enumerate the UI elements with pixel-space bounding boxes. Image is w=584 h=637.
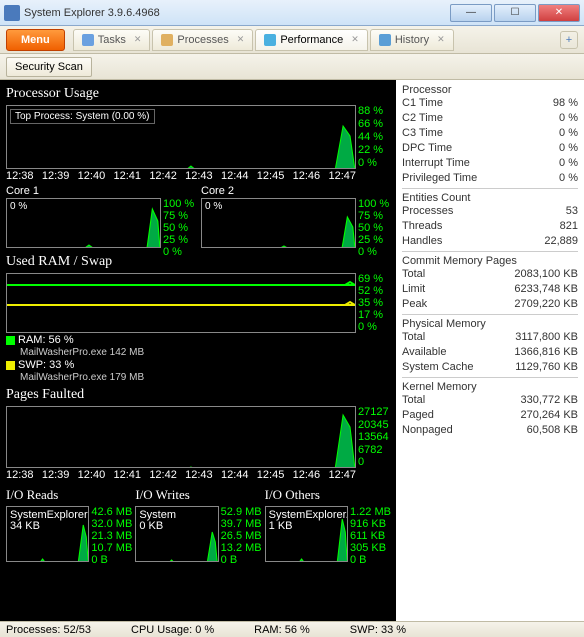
io-reads-title: I/O Reads	[6, 487, 131, 503]
close-tab-icon[interactable]: ✕	[237, 34, 245, 45]
io-reads-graph: SystemExplorer.34 KB	[6, 506, 89, 562]
window-buttons: — ☐ ✕	[450, 4, 580, 22]
stat-row: C3 Time0 %	[402, 126, 578, 141]
io-others-graph: SystemExplorer.1 KB	[265, 506, 348, 562]
pages-faulted-title: Pages Faulted	[6, 387, 390, 403]
processor-header: Processor	[402, 84, 578, 96]
window-title: System Explorer 3.9.6.4968	[24, 7, 450, 19]
ram-swap-graph	[6, 273, 356, 333]
entities-header: Entities Count	[402, 188, 578, 204]
security-scan-row: Security Scan	[0, 54, 584, 80]
io-writes-title: I/O Writes	[135, 487, 260, 503]
core2-value: 0 %	[205, 201, 222, 212]
stat-row: DPC Time0 %	[402, 141, 578, 156]
stat-row: Total3117,800 KB	[402, 330, 578, 345]
io-others-title: I/O Others	[265, 487, 390, 503]
core1-graph: 0 %	[6, 198, 161, 248]
tab-history[interactable]: History✕	[370, 29, 454, 51]
menu-button[interactable]: Menu	[6, 29, 65, 51]
processes-icon	[161, 34, 173, 46]
stat-row: Paged270,264 KB	[402, 408, 578, 423]
swp-color-icon	[6, 361, 15, 370]
pages-faulted-graph	[6, 406, 356, 468]
close-button[interactable]: ✕	[538, 4, 580, 22]
core1-title: Core 1	[6, 185, 195, 197]
ram-top-process: MailWasherPro.exe 142 MB	[20, 347, 390, 358]
maximize-button[interactable]: ☐	[494, 4, 536, 22]
swp-top-process: MailWasherPro.exe 179 MB	[20, 372, 390, 383]
io-writes-graph: System0 KB	[135, 506, 218, 562]
processor-usage-title: Processor Usage	[6, 86, 390, 102]
ram-color-icon	[6, 336, 15, 345]
core2-title: Core 2	[201, 185, 390, 197]
tab-processes[interactable]: Processes✕	[152, 29, 253, 51]
app-icon	[4, 5, 20, 21]
stat-row: System Cache1129,760 KB	[402, 360, 578, 375]
performance-panel: Processor Usage Top Process: System (0.0…	[0, 80, 396, 621]
tasks-icon	[82, 34, 94, 46]
stat-row: Total2083,100 KB	[402, 267, 578, 282]
stat-row: Threads821	[402, 219, 578, 234]
status-bar: Processes: 52/53 CPU Usage: 0 % RAM: 56 …	[0, 621, 584, 637]
stat-row: Nonpaged60,508 KB	[402, 423, 578, 438]
stat-row: Privileged Time0 %	[402, 171, 578, 186]
stat-row: C1 Time98 %	[402, 96, 578, 111]
core2-graph: 0 %	[201, 198, 356, 248]
toolbar: Menu Tasks✕Processes✕Performance✕History…	[0, 26, 584, 54]
physical-header: Physical Memory	[402, 314, 578, 330]
stat-row: Limit6233,748 KB	[402, 282, 578, 297]
window-titlebar: System Explorer 3.9.6.4968 — ☐ ✕	[0, 0, 584, 26]
ram-legend: RAM: 56 %	[6, 334, 390, 346]
status-processes: Processes: 52/53	[6, 624, 91, 636]
stat-row: Processes53	[402, 204, 578, 219]
close-tab-icon[interactable]: ✕	[351, 34, 359, 45]
add-tab-button[interactable]: +	[560, 31, 578, 49]
swp-legend: SWP: 33 %	[6, 359, 390, 371]
kernel-header: Kernel Memory	[402, 377, 578, 393]
processor-usage-graph: Top Process: System (0.00 %)	[6, 105, 356, 169]
stat-row: Total330,772 KB	[402, 393, 578, 408]
core1-value: 0 %	[10, 201, 27, 212]
stat-row: Peak2709,220 KB	[402, 297, 578, 312]
minimize-button[interactable]: —	[450, 4, 492, 22]
tab-performance[interactable]: Performance✕	[255, 29, 368, 51]
stats-panel: ProcessorC1 Time98 %C2 Time0 %C3 Time0 %…	[396, 80, 584, 621]
stat-row: Handles22,889	[402, 234, 578, 249]
stat-row: Available1366,816 KB	[402, 345, 578, 360]
stat-row: Interrupt Time0 %	[402, 156, 578, 171]
performance-icon	[264, 34, 276, 46]
history-icon	[379, 34, 391, 46]
commit-header: Commit Memory Pages	[402, 251, 578, 267]
close-tab-icon[interactable]: ✕	[437, 34, 445, 45]
status-cpu: CPU Usage: 0 %	[131, 624, 214, 636]
stat-row: C2 Time0 %	[402, 111, 578, 126]
status-swp: SWP: 33 %	[350, 624, 406, 636]
status-ram: RAM: 56 %	[254, 624, 310, 636]
tab-tasks[interactable]: Tasks✕	[73, 29, 151, 51]
close-tab-icon[interactable]: ✕	[134, 34, 142, 45]
ram-swap-title: Used RAM / Swap	[6, 254, 390, 270]
security-scan-button[interactable]: Security Scan	[6, 57, 92, 77]
top-process-label: Top Process: System (0.00 %)	[10, 109, 155, 124]
